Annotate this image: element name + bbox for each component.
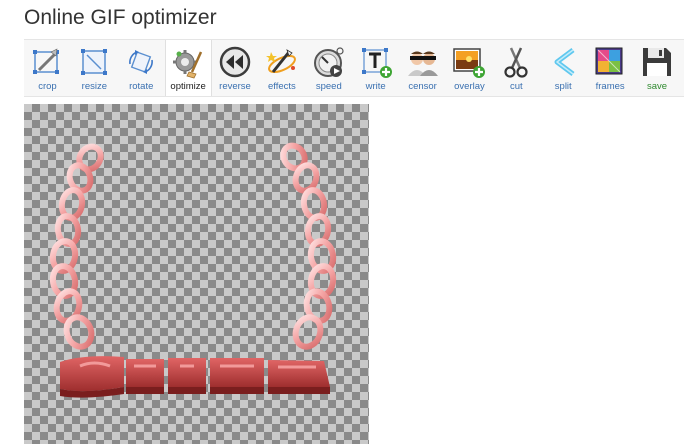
tool-label: write: [365, 81, 386, 92]
crop-icon: [29, 44, 65, 80]
tool-label: resize: [81, 81, 107, 92]
speed-icon: [311, 44, 347, 80]
tool-label: cut: [510, 81, 523, 92]
gif-frame-image: [49, 142, 337, 398]
red-3d-lettering: [60, 356, 330, 398]
tool-frames[interactable]: frames: [587, 40, 634, 96]
tool-label: overlay: [454, 81, 485, 92]
reverse-icon: [217, 44, 253, 80]
tool-crop[interactable]: crop: [24, 40, 71, 96]
tool-label: rotate: [129, 81, 154, 92]
left-chain: [49, 143, 104, 350]
tool-write[interactable]: write: [352, 40, 399, 96]
tool-label: save: [646, 81, 668, 92]
tool-cut[interactable]: cut: [493, 40, 540, 96]
editor-toolbar: crop resize rotate optimize reverse effe…: [24, 39, 684, 97]
gif-preview: [24, 104, 369, 444]
tool-rotate[interactable]: rotate: [118, 40, 165, 96]
overlay-icon: [451, 44, 487, 80]
page-title: Online GIF optimizer: [24, 6, 217, 29]
tool-save[interactable]: save: [634, 40, 681, 96]
split-icon: [545, 44, 581, 80]
tool-effects[interactable]: effects: [258, 40, 305, 96]
tool-optimize[interactable]: optimize: [164, 40, 212, 96]
page: Online GIF optimizer crop resize rotate …: [0, 0, 700, 444]
tool-label: censor: [408, 81, 437, 92]
tool-label: reverse: [219, 81, 251, 92]
tool-label: crop: [38, 81, 57, 92]
censor-icon: [405, 44, 441, 80]
cut-icon: [498, 44, 534, 80]
tool-label: effects: [267, 81, 296, 92]
tool-label: speed: [315, 81, 342, 92]
right-chain: [280, 142, 337, 350]
resize-icon: [76, 44, 112, 80]
frames-icon: [592, 44, 628, 80]
optimize-icon: [170, 44, 206, 80]
tool-resize[interactable]: resize: [71, 40, 118, 96]
write-icon: [358, 44, 394, 80]
tool-censor[interactable]: censor: [399, 40, 446, 96]
save-icon: [639, 44, 675, 80]
tool-split[interactable]: split: [540, 40, 587, 96]
rotate-icon: [123, 44, 159, 80]
tool-label: optimize: [170, 81, 206, 92]
effects-icon: [264, 44, 300, 80]
tool-label: split: [554, 81, 572, 92]
tool-label: frames: [595, 81, 625, 92]
tool-reverse[interactable]: reverse: [212, 40, 259, 96]
tool-overlay[interactable]: overlay: [446, 40, 493, 96]
tool-speed[interactable]: speed: [305, 40, 352, 96]
